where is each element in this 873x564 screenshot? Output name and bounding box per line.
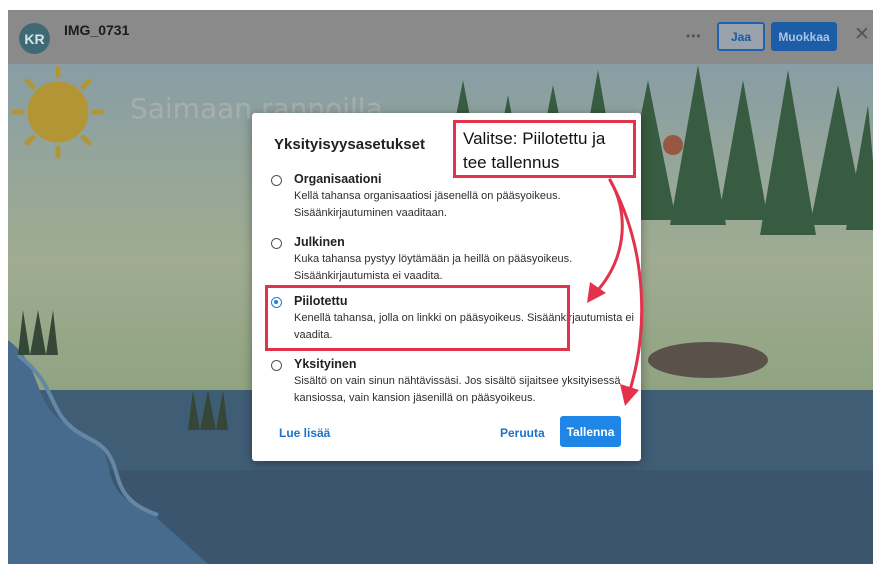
top-bar: KR IMG_0731 ••• Jaa Muokkaa ✕ — [8, 10, 873, 64]
dialog-title: Yksityisyysasetukset — [274, 136, 425, 153]
more-options-icon[interactable]: ••• — [686, 29, 702, 43]
close-icon[interactable]: ✕ — [854, 23, 870, 46]
option-label[interactable]: Organisaationi — [294, 172, 382, 186]
radio-yksityinen[interactable] — [271, 360, 282, 371]
cancel-button[interactable]: Peruuta — [500, 426, 545, 440]
learn-more-link[interactable]: Lue lisää — [279, 426, 330, 440]
document-title: IMG_0731 — [64, 22, 130, 38]
option-label[interactable]: Julkinen — [294, 235, 345, 249]
option-description: Kuka tahansa pystyy löytämään ja heillä … — [294, 253, 573, 282]
avatar[interactable]: KR — [19, 23, 50, 54]
radio-organisaationi[interactable] — [271, 175, 282, 186]
option-label[interactable]: Yksityinen — [294, 357, 357, 371]
option-description: Sisältö on vain sinun nähtävissäsi. Jos … — [294, 375, 621, 404]
save-button[interactable]: Tallenna — [560, 416, 621, 447]
edit-button[interactable]: Muokkaa — [771, 22, 837, 51]
radio-julkinen[interactable] — [271, 238, 282, 249]
instruction-callout: Valitse: Piilotettu ja tee tallennus — [453, 120, 636, 178]
highlight-box — [265, 285, 570, 351]
share-button[interactable]: Jaa — [717, 22, 765, 51]
option-description: Kellä tahansa organisaatiosi jäsenellä o… — [294, 190, 561, 219]
